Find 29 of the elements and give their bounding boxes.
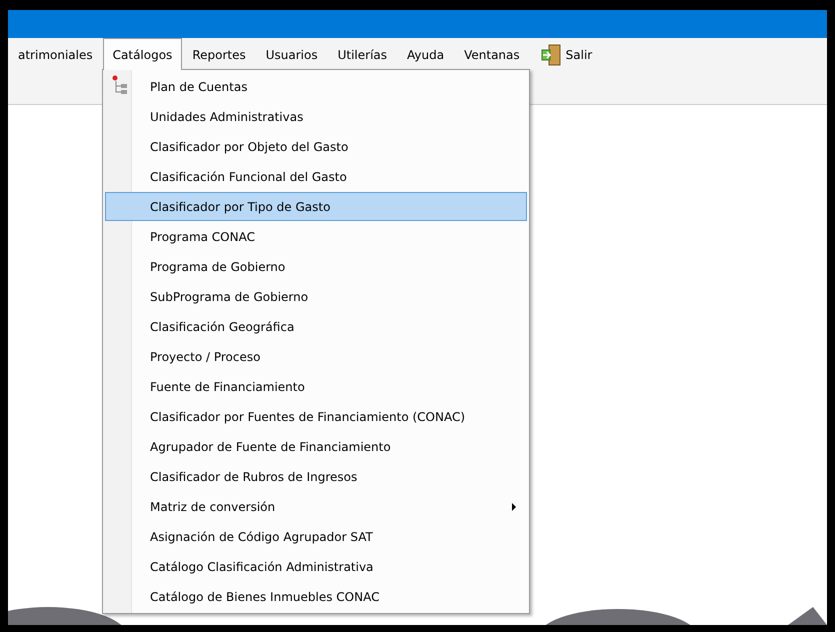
dropdown-item[interactable]: Proyecto / Proceso (105, 342, 527, 371)
dropdown-item[interactable]: Clasificador por Fuentes de Financiamiento (CONAC) (105, 402, 527, 431)
menu-item[interactable]: Utilerías (328, 38, 398, 70)
dropdown-item[interactable]: Clasificador por Tipo de Gasto (105, 192, 527, 221)
dropdown-item[interactable]: Programa de Gobierno (105, 252, 527, 281)
tree-icon (112, 75, 128, 95)
dropdown-item[interactable]: Catálogo de Bienes Inmuebles CONAC (105, 582, 527, 611)
dropdown-item[interactable]: Matriz de conversión (105, 492, 527, 521)
menu-item[interactable]: Ventanas (454, 38, 530, 70)
dropdown-item[interactable]: Clasificación Geográfica (105, 312, 527, 341)
dropdown-item[interactable]: Unidades Administrativas (105, 102, 527, 131)
menu-item[interactable]: Ayuda (397, 38, 454, 70)
dropdown-item[interactable]: Clasificador de Rubros de Ingresos (105, 462, 527, 491)
exit-door-icon (540, 44, 562, 66)
menu-item[interactable]: Catálogos (102, 38, 182, 70)
dropdown-item[interactable]: Clasificación Funcional del Gasto (105, 162, 527, 191)
menu-item[interactable]: atrimoniales (8, 38, 103, 70)
menu-item[interactable]: Reportes (182, 38, 256, 70)
dropdown-item[interactable]: Clasificador por Objeto del Gasto (105, 132, 527, 161)
dropdown-item[interactable]: Programa CONAC (105, 222, 527, 251)
submenu-arrow-icon (512, 503, 516, 511)
menu-item[interactable]: Salir (530, 38, 602, 70)
dropdown-item[interactable]: Asignación de Código Agrupador SAT (105, 522, 527, 551)
dropdown-item[interactable]: SubPrograma de Gobierno (105, 282, 527, 311)
menu-item[interactable]: Usuarios (256, 38, 328, 70)
dropdown-item[interactable]: Plan de Cuentas (105, 72, 527, 101)
dropdown-item[interactable]: Catálogo Clasificación Administrativa (105, 552, 527, 581)
dropdown-item[interactable]: Fuente de Financiamiento (105, 372, 527, 401)
dropdown-item[interactable]: Agrupador de Fuente de Financiamiento (105, 432, 527, 461)
